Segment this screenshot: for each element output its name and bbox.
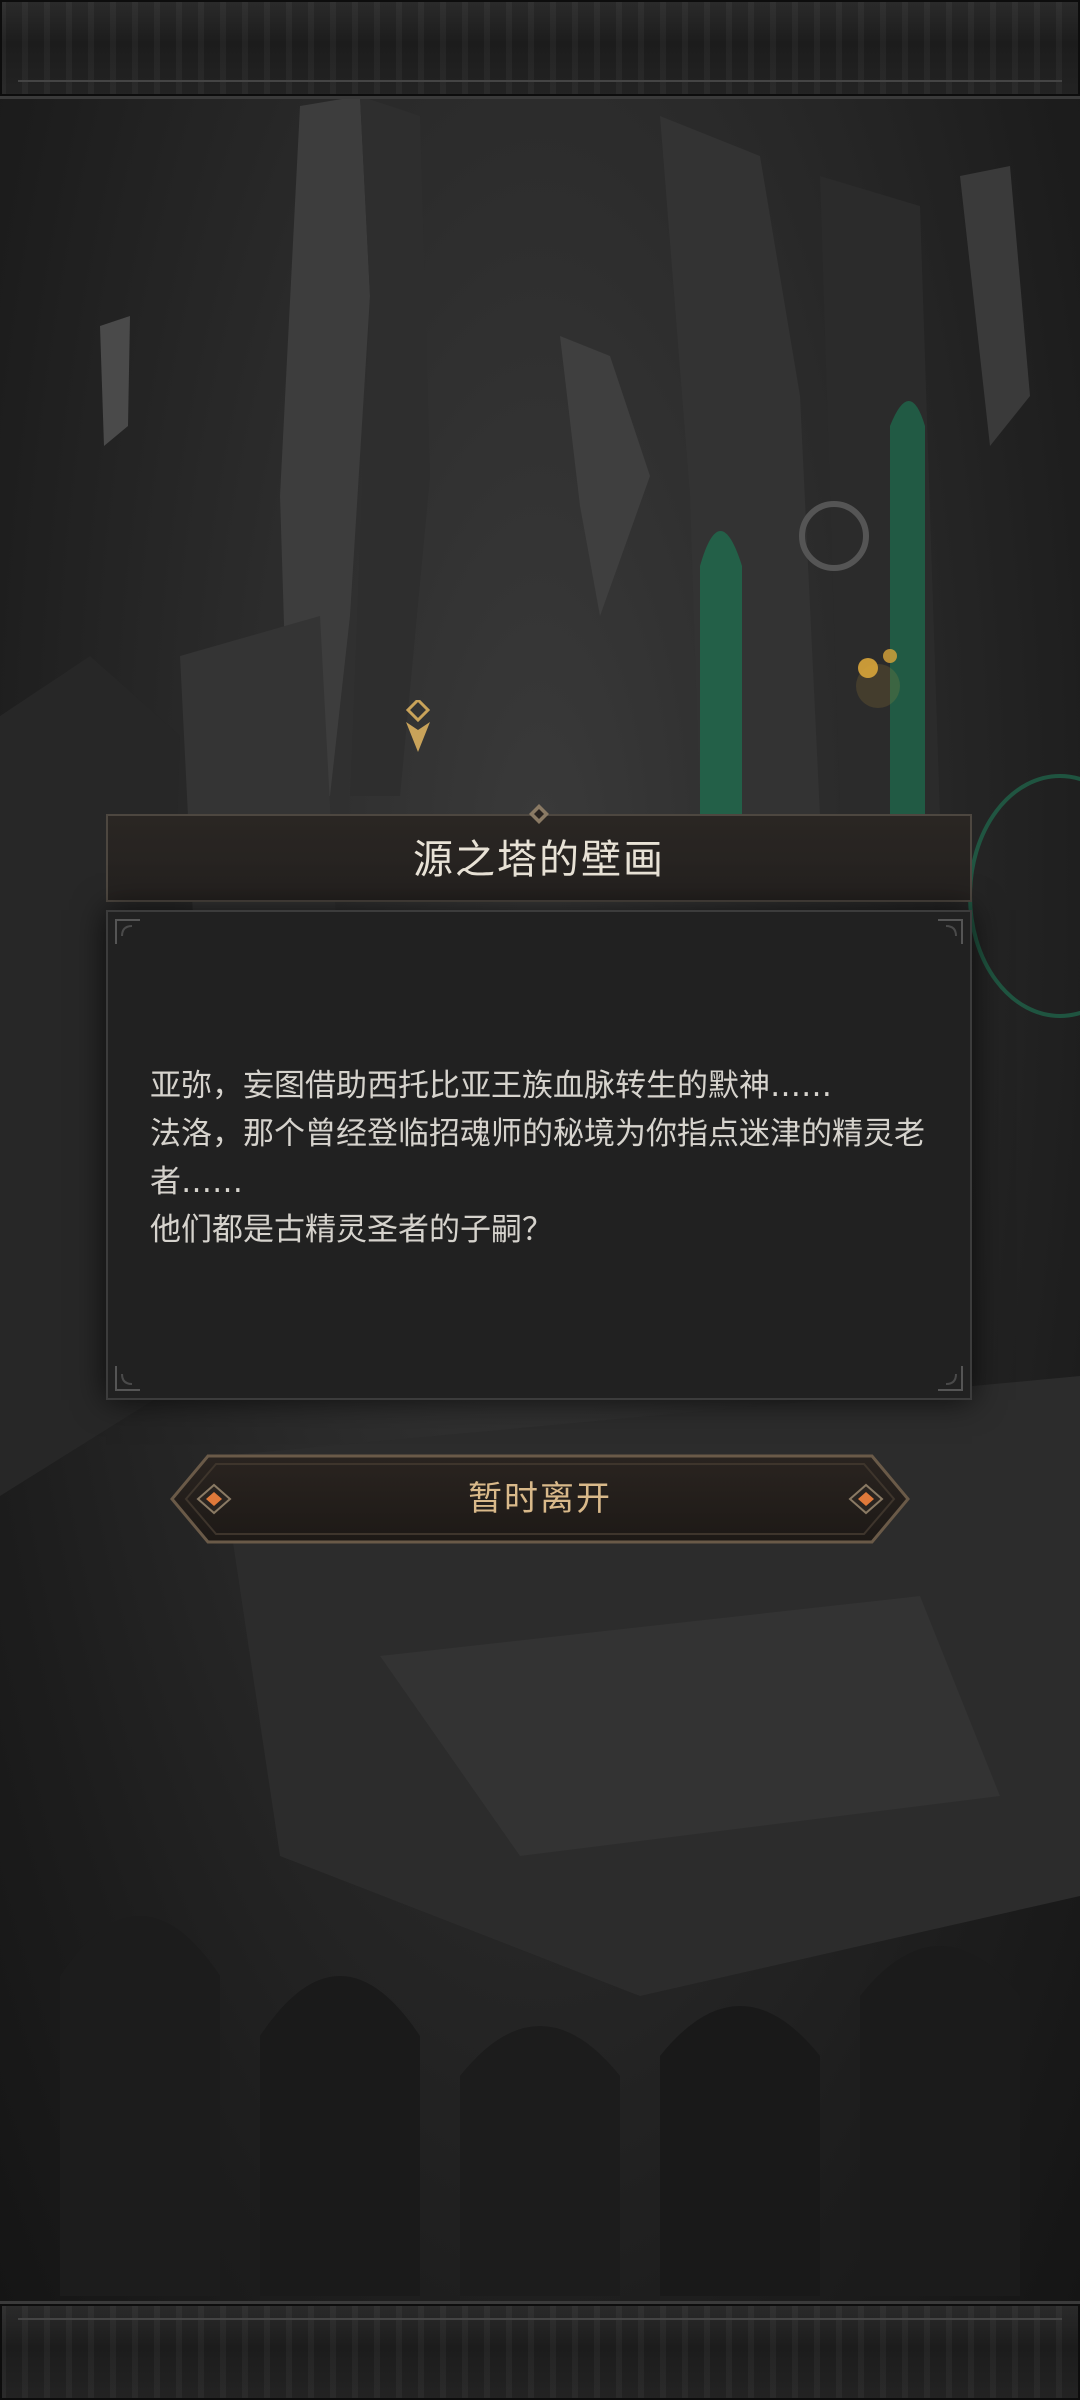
leave-button-label: 暂时离开 bbox=[468, 1479, 612, 1519]
corner-ornament-icon bbox=[938, 1366, 963, 1391]
dialog-line: 法洛，那个曾经登临招魂师的秘境为你指点迷津的精灵老者…… bbox=[150, 1116, 925, 1200]
top-ornate-frame bbox=[0, 0, 1080, 99]
corner-ornament-icon bbox=[115, 1366, 140, 1391]
dialog-header: 源之塔的壁画 bbox=[106, 814, 972, 902]
dialog-line: 他们都是古精灵圣者的子嗣？ bbox=[150, 1212, 553, 1248]
leave-button[interactable]: 暂时离开 bbox=[168, 1452, 912, 1546]
dialog-title: 源之塔的壁画 bbox=[413, 837, 665, 883]
dialog-line: 亚弥，妄图借助西托比亚王族血脉转生的默神…… bbox=[150, 1068, 832, 1104]
dialog-text: 亚弥，妄图借助西托比亚王族血脉转生的默神…… 法洛，那个曾经登临招魂师的秘境为你… bbox=[150, 1062, 950, 1254]
corner-ornament-icon bbox=[938, 919, 963, 944]
waypoint-marker-icon[interactable] bbox=[404, 700, 432, 752]
diamond-gem-icon bbox=[529, 804, 549, 824]
mural-dialog: 源之塔的壁画 亚弥，妄图借助西托比亚王族血脉转生的默神…… 法洛，那个曾经登临招… bbox=[106, 804, 972, 1400]
bottom-ornate-frame bbox=[0, 2301, 1080, 2400]
game-screen: 源之塔的壁画 亚弥，妄图借助西托比亚王族血脉转生的默神…… 法洛，那个曾经登临招… bbox=[0, 0, 1080, 2400]
corner-ornament-icon bbox=[115, 919, 140, 944]
dialog-body: 亚弥，妄图借助西托比亚王族血脉转生的默神…… 法洛，那个曾经登临招魂师的秘境为你… bbox=[106, 910, 972, 1400]
